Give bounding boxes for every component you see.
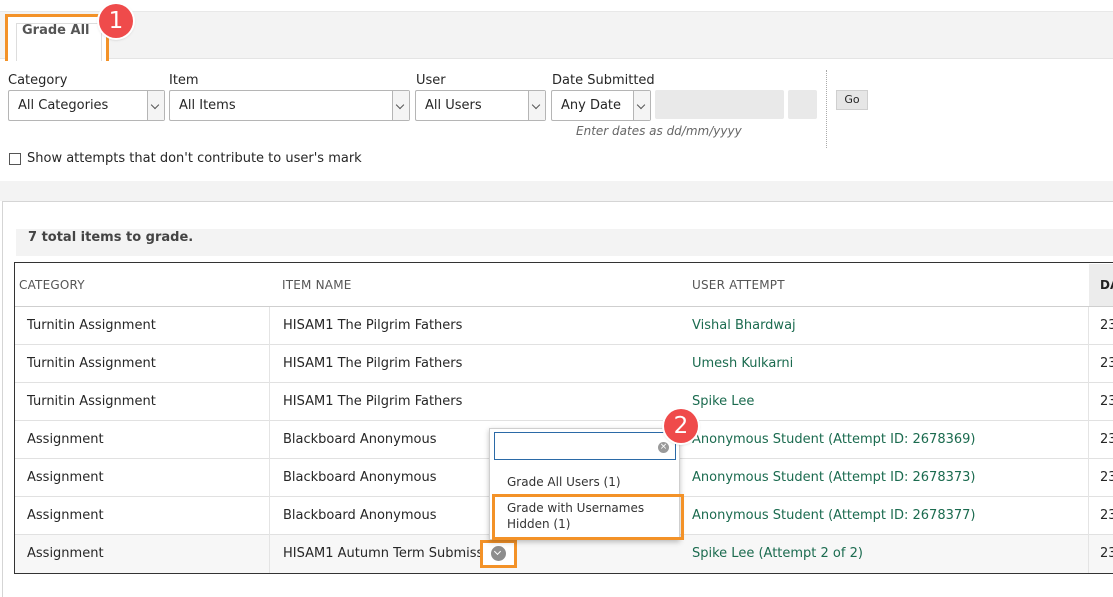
table-row-date: 23 — [1100, 432, 1113, 447]
item-select-value: All Items — [179, 98, 236, 113]
table-row-item-name: HISAM1 The Pilgrim Fathers — [283, 356, 463, 371]
table-row-item-name: Blackboard Anonymous — [283, 470, 437, 485]
category-select[interactable]: All Categories — [8, 90, 165, 121]
filter-divider — [826, 70, 827, 148]
item-label: Item — [169, 73, 199, 88]
tab-grade-all-label[interactable]: Grade All — [22, 23, 89, 38]
calendar-button — [788, 90, 817, 119]
table-row-item-name: Blackboard Anonymous — [283, 432, 437, 447]
table-row-category: Assignment — [27, 470, 104, 485]
row-divider — [15, 420, 1113, 421]
clear-icon[interactable]: × — [658, 442, 669, 453]
go-button[interactable]: Go — [836, 90, 868, 110]
header-divider — [15, 306, 1113, 307]
table-row-user-attempt-link[interactable]: Anonymous Student (Attempt ID: 2678373) — [692, 470, 976, 485]
table-row-category: Turnitin Assignment — [27, 318, 156, 333]
chevron-down-icon[interactable] — [147, 91, 164, 120]
callout-badge-1: 1 — [99, 4, 133, 38]
chevron-down-icon[interactable] — [528, 91, 545, 120]
table-row-item-name: Blackboard Anonymous — [283, 508, 437, 523]
column-header-date-cell[interactable]: DA — [1089, 264, 1113, 307]
chevron-down-icon[interactable] — [491, 546, 506, 561]
table-row-category: Assignment — [27, 508, 104, 523]
items-total-summary: 7 total items to grade. — [28, 230, 194, 245]
table-row-date: 23 — [1100, 356, 1113, 371]
category-label: Category — [8, 73, 68, 88]
table-row-user-attempt-link[interactable]: Vishal Bhardwaj — [692, 318, 796, 333]
table-row-category: Assignment — [27, 432, 104, 447]
table-row-date: 23 — [1100, 508, 1113, 523]
table-row-date: 23 — [1100, 394, 1113, 409]
callout-badge-2: 2 — [664, 409, 698, 443]
table-row-category: Turnitin Assignment — [27, 356, 156, 371]
column-header-item-name[interactable]: ITEM NAME — [282, 278, 352, 292]
top-strip — [0, 0, 1113, 12]
item-select[interactable]: All Items — [169, 90, 410, 121]
user-select-value: All Users — [425, 98, 482, 113]
date-select-value: Any Date — [561, 98, 622, 113]
table-row-highlight — [15, 535, 1113, 573]
menu-item-grade-all-users[interactable]: Grade All Users (1) — [507, 474, 621, 490]
date-format-hint: Enter dates as dd/mm/yyyy — [576, 124, 742, 138]
table-row-user-attempt-link[interactable]: Umesh Kulkarni — [692, 356, 793, 371]
row-divider — [15, 344, 1113, 345]
table-row-item-name: HISAM1 The Pilgrim Fathers — [283, 318, 463, 333]
menu-search-input[interactable]: × — [494, 432, 676, 460]
grade-options-menu: × Grade All Users (1) Grade with Usernam… — [489, 428, 684, 540]
table-row-user-attempt-link[interactable]: Spike Lee — [692, 394, 754, 409]
chevron-down-icon[interactable] — [392, 91, 409, 120]
column-header-date: DA — [1100, 278, 1113, 292]
menu-item-grade-usernames-hidden[interactable]: Grade with Usernames Hidden (1) — [507, 500, 644, 532]
item-options-menu-button[interactable] — [480, 540, 517, 568]
table-row-date: 23 — [1100, 546, 1113, 561]
tab-bar — [0, 12, 1113, 61]
menu-item-line-2: Hidden (1) — [507, 517, 571, 531]
column-header-user-attempt[interactable]: USER ATTEMPT — [692, 278, 785, 292]
column-header-category[interactable]: CATEGORY — [19, 278, 85, 292]
date-from-input — [655, 90, 784, 119]
date-submitted-label: Date Submitted — [552, 73, 655, 88]
table-row-category: Turnitin Assignment — [27, 394, 156, 409]
date-select[interactable]: Any Date — [551, 90, 651, 121]
category-select-value: All Categories — [18, 98, 109, 113]
show-attempts-label[interactable]: Show attempts that don't contribute to u… — [27, 151, 362, 166]
menu-item-line-1: Grade with Usernames — [507, 501, 645, 515]
row-divider — [15, 382, 1113, 383]
table-row-user-attempt-link[interactable]: Anonymous Student (Attempt ID: 2678377) — [692, 508, 976, 523]
table-row-date: 23 — [1100, 318, 1113, 333]
user-label: User — [416, 73, 446, 88]
section-gap — [0, 181, 1113, 201]
table-row-category: Assignment — [27, 546, 104, 561]
show-attempts-checkbox[interactable] — [9, 153, 21, 165]
column-divider — [1088, 307, 1089, 573]
table-row-item-name: HISAM1 Autumn Term Submission — [283, 546, 504, 561]
chevron-down-icon[interactable] — [633, 91, 650, 120]
column-divider — [269, 307, 270, 573]
user-select[interactable]: All Users — [415, 90, 546, 121]
table-row-item-name: HISAM1 The Pilgrim Fathers — [283, 394, 463, 409]
table-row-user-attempt-link[interactable]: Spike Lee (Attempt 2 of 2) — [692, 546, 863, 561]
table-row-date: 23 — [1100, 470, 1113, 485]
table-row-user-attempt-link[interactable]: Anonymous Student (Attempt ID: 2678369) — [692, 432, 976, 447]
